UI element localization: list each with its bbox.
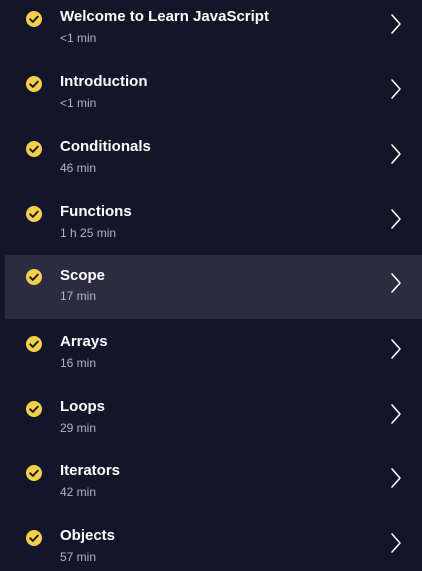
lesson-item-conditionals[interactable]: Conditionals 46 min [5,130,422,194]
lesson-title: Scope [60,267,106,284]
chevron-right-icon[interactable] [389,143,403,165]
lesson-duration: 29 min [60,421,97,435]
lesson-item-functions[interactable]: Functions 1 h 25 min [5,195,422,259]
check-circle-icon [26,530,42,546]
check-circle-icon [26,11,42,27]
chevron-right-icon[interactable] [389,467,403,489]
lesson-item-objects[interactable]: Objects 57 min [5,519,422,571]
chevron-right-icon[interactable] [389,403,403,425]
lesson-title: Welcome to Learn JavaScript [60,8,269,25]
chevron-right-icon[interactable] [389,532,403,554]
lesson-duration: 46 min [60,161,97,175]
lesson-item-welcome[interactable]: Welcome to Learn JavaScript <1 min [5,0,422,64]
lesson-duration: <1 min [60,31,97,45]
check-circle-icon [26,76,42,92]
chevron-right-icon[interactable] [389,208,403,230]
lesson-duration: 1 h 25 min [60,226,117,240]
lesson-title: Conditionals [60,138,151,155]
lesson-duration: 16 min [60,356,97,370]
lesson-duration: 17 min [60,289,97,303]
lesson-item-introduction[interactable]: Introduction <1 min [5,65,422,129]
lesson-item-arrays[interactable]: Arrays 16 min [5,325,422,389]
lesson-title: Arrays [60,333,108,350]
check-circle-icon [26,465,42,481]
chevron-right-icon[interactable] [389,78,403,100]
lesson-duration: 57 min [60,550,97,564]
lesson-title: Iterators [60,462,121,479]
check-circle-icon [26,269,42,285]
chevron-right-icon[interactable] [389,338,403,360]
lesson-duration: 42 min [60,485,97,499]
chevron-right-icon[interactable] [389,272,403,294]
chevron-right-icon[interactable] [389,13,403,35]
lesson-duration: <1 min [60,96,97,110]
lesson-list: Welcome to Learn JavaScript <1 min Intro… [0,0,422,571]
check-circle-icon [26,141,42,157]
lesson-title: Introduction [60,73,148,90]
check-circle-icon [26,336,42,352]
lesson-title: Objects [60,527,116,544]
lesson-item-scope[interactable]: Scope 17 min [5,255,422,319]
check-circle-icon [26,206,42,222]
lesson-title: Loops [60,398,105,415]
lesson-item-iterators[interactable]: Iterators 42 min [5,454,422,518]
lesson-title: Functions [60,203,132,220]
lesson-item-loops[interactable]: Loops 29 min [5,390,422,454]
check-circle-icon [26,401,42,417]
